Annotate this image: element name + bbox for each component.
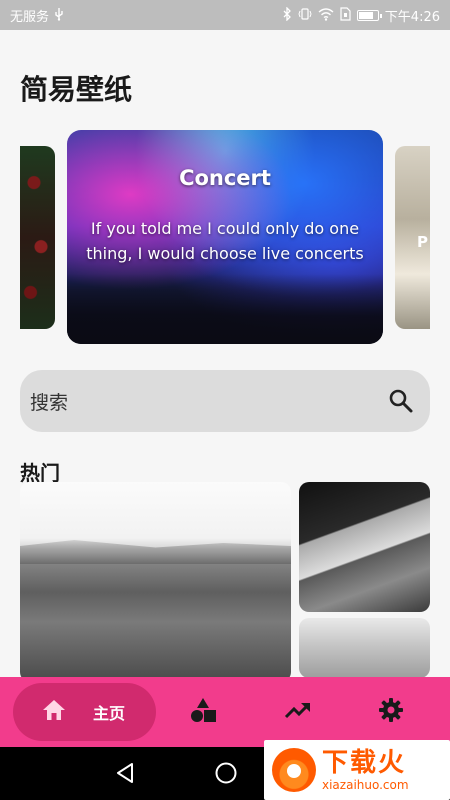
next-card-title-peek: P <box>417 233 428 251</box>
watermark-cn: 下载火 <box>322 748 407 778</box>
nav-item-home[interactable]: 主页 <box>13 683 156 741</box>
wallpaper-tile[interactable] <box>20 482 291 682</box>
carousel-card-prev[interactable] <box>20 146 55 329</box>
watermark-logo-icon <box>272 748 316 792</box>
featured-carousel[interactable]: Concert If you told me I could only do o… <box>0 130 450 346</box>
carousel-card-next[interactable]: P <box>395 146 430 329</box>
battery-icon <box>356 9 382 21</box>
nav-home-label: 主页 <box>93 704 126 723</box>
page-title: 简易壁纸 <box>20 73 133 106</box>
featured-title: Concert <box>179 166 271 190</box>
search-bar[interactable]: 搜索 <box>20 370 430 432</box>
nav-item-settings[interactable] <box>376 697 406 727</box>
trending-icon <box>284 700 312 724</box>
status-bar: 无服务 下午4:26 <box>0 0 450 30</box>
nav-item-trending[interactable] <box>283 697 313 727</box>
carousel-card-featured[interactable]: Concert If you told me I could only do o… <box>67 130 383 344</box>
wallpaper-tile[interactable] <box>299 482 430 612</box>
home-icon <box>41 698 67 726</box>
bottom-nav: 主页 <box>0 677 450 747</box>
search-input[interactable]: 搜索 <box>30 388 68 415</box>
home-circle-icon[interactable] <box>214 761 238 789</box>
vibrate-icon <box>298 7 312 23</box>
clock: 下午4:26 <box>384 9 440 25</box>
watermark-en: xiazaihuo.com <box>322 778 409 792</box>
watermark: 下载火 xiazaihuo.com <box>264 740 450 800</box>
settings-icon <box>378 697 404 727</box>
usb-icon <box>53 7 65 23</box>
featured-description: If you told me I could only do one thing… <box>86 219 364 263</box>
search-icon[interactable] <box>386 386 416 416</box>
carrier-label: 无服务 <box>10 9 50 25</box>
wallpaper-tile[interactable] <box>299 618 430 678</box>
categories-icon <box>189 697 217 727</box>
back-icon[interactable] <box>114 761 136 789</box>
bluetooth-icon <box>282 6 292 23</box>
sim-icon <box>340 7 351 23</box>
nav-item-categories[interactable] <box>188 697 218 727</box>
wifi-icon <box>318 7 334 23</box>
